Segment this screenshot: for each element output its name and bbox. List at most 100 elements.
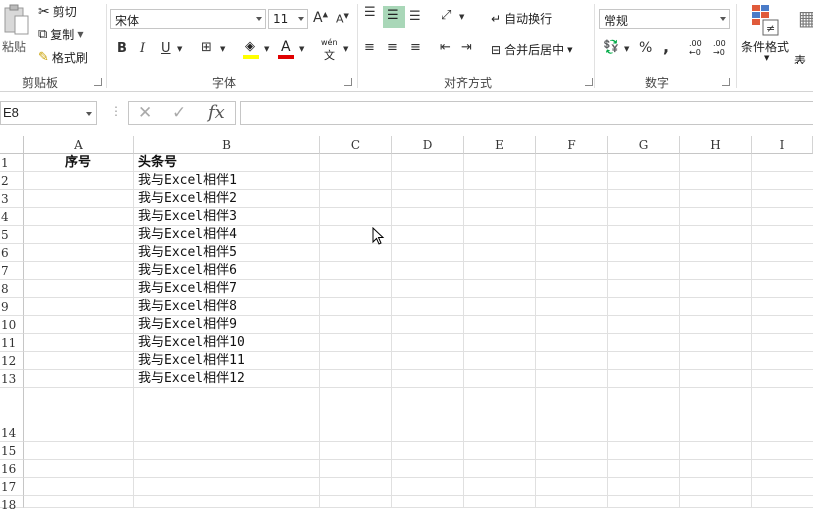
row-header-16[interactable]: 16 (0, 460, 24, 478)
comma-button[interactable]: , (663, 37, 669, 56)
chevron-down-icon[interactable]: ▼ (77, 30, 83, 39)
align-bottom-icon[interactable]: ☰ (409, 9, 421, 24)
align-right-icon[interactable]: ≡ (410, 40, 421, 55)
column-header-f[interactable]: F (536, 136, 608, 154)
chevron-down-icon[interactable]: ▼ (567, 46, 572, 54)
underline-button[interactable]: U (161, 41, 171, 56)
number-launcher-icon[interactable] (722, 78, 730, 86)
alignment-launcher-icon[interactable] (585, 78, 593, 86)
percent-button[interactable]: % (639, 40, 652, 56)
chevron-down-icon[interactable]: ▼ (177, 45, 182, 53)
column-header-g[interactable]: G (608, 136, 680, 154)
insert-function-icon[interactable]: fx (208, 102, 225, 123)
select-all-corner[interactable] (0, 136, 24, 154)
conditional-format-button[interactable]: ≠ 条件格式 ▼ (740, 2, 792, 64)
clipboard-launcher-icon[interactable] (94, 78, 102, 86)
row-header-9[interactable]: 9 (0, 298, 24, 316)
cell-a1[interactable]: 序号 (65, 154, 91, 172)
cell-b8[interactable]: 我与Excel相伴7 (138, 280, 237, 298)
row-header-14[interactable]: 14 (0, 388, 24, 442)
formula-input[interactable] (240, 101, 813, 125)
increase-indent-icon[interactable]: ⇥ (461, 40, 472, 55)
row-header-6[interactable]: 6 (0, 244, 24, 262)
chevron-down-icon[interactable]: ▼ (264, 45, 269, 53)
border-icon[interactable]: ⊞ (201, 40, 212, 55)
row-header-3[interactable]: 3 (0, 190, 24, 208)
cell-b10[interactable]: 我与Excel相伴9 (138, 316, 237, 334)
chevron-down-icon[interactable]: ▼ (764, 54, 769, 62)
column-header-d[interactable]: D (392, 136, 464, 154)
row-header-7[interactable]: 7 (0, 262, 24, 280)
cell-b2[interactable]: 我与Excel相伴1 (138, 172, 237, 190)
cell-b4[interactable]: 我与Excel相伴3 (138, 208, 237, 226)
name-box[interactable]: E8 (0, 101, 97, 125)
font-name-combo[interactable]: 宋体 (110, 9, 266, 29)
row-header-8[interactable]: 8 (0, 280, 24, 298)
cell-b6[interactable]: 我与Excel相伴5 (138, 244, 237, 262)
chevron-down-icon[interactable]: ▼ (624, 45, 629, 53)
shrink-font-button[interactable]: A▼ (336, 12, 349, 26)
cell-b12[interactable]: 我与Excel相伴11 (138, 352, 245, 370)
orientation-icon[interactable]: ⤢ (441, 8, 451, 23)
chevron-down-icon[interactable]: ▼ (343, 45, 348, 53)
font-size-combo[interactable]: 11 (268, 9, 308, 29)
enter-icon[interactable]: ✓ (172, 103, 186, 123)
align-top-icon[interactable]: ☰ (364, 5, 376, 20)
cell-b3[interactable]: 我与Excel相伴2 (138, 190, 237, 208)
align-middle-button[interactable]: ☰ (383, 6, 405, 28)
row-header-17[interactable]: 17 (0, 478, 24, 496)
italic-button[interactable]: I (140, 41, 145, 56)
chevron-down-icon[interactable] (298, 17, 304, 21)
font-launcher-icon[interactable] (344, 78, 352, 86)
column-header-i[interactable]: I (752, 136, 813, 154)
row-header-4[interactable]: 4 (0, 208, 24, 226)
column-header-c[interactable]: C (320, 136, 392, 154)
cell-b1[interactable]: 头条号 (138, 154, 177, 172)
cell-b11[interactable]: 我与Excel相伴10 (138, 334, 245, 352)
column-header-h[interactable]: H (680, 136, 752, 154)
row-header-13[interactable]: 13 (0, 370, 24, 388)
chevron-down-icon[interactable] (256, 17, 262, 21)
number-format-combo[interactable]: 常规 (599, 9, 730, 29)
phonetic-button[interactable]: wén 文 (320, 38, 342, 62)
align-center-icon[interactable]: ≡ (387, 40, 398, 55)
chevron-down-icon[interactable] (720, 17, 726, 21)
cut-button[interactable]: ✂ 剪切 (38, 3, 77, 20)
merge-center-button[interactable]: ⊟ 合并后居中 ▼ (491, 41, 572, 58)
row-header-10[interactable]: 10 (0, 316, 24, 334)
chevron-down-icon[interactable]: ▼ (299, 45, 304, 53)
more-options-icon[interactable]: ⋮ (110, 104, 122, 118)
bold-button[interactable]: B (117, 41, 127, 56)
row-header-2[interactable]: 2 (0, 172, 24, 190)
column-header-e[interactable]: E (464, 136, 536, 154)
row-header-1[interactable]: 1 (0, 154, 24, 172)
row-header-15[interactable]: 15 (0, 442, 24, 460)
column-header-b[interactable]: B (134, 136, 320, 154)
chevron-down-icon[interactable]: ▼ (459, 13, 464, 21)
row-header-12[interactable]: 12 (0, 352, 24, 370)
format-painter-button[interactable]: ✎ 格式刷 (38, 49, 88, 66)
wrap-text-button[interactable]: ↵ 自动换行 (491, 10, 552, 27)
row-header-5[interactable]: 5 (0, 226, 24, 244)
chevron-down-icon[interactable] (86, 112, 92, 116)
cancel-icon[interactable]: ✕ (138, 103, 152, 123)
format-as-table-button[interactable]: ▦ 表格 (794, 2, 813, 64)
grow-font-button[interactable]: A▲ (313, 10, 328, 26)
column-header-a[interactable]: A (24, 136, 134, 154)
decrease-decimal-button[interactable]: .00 →0 (713, 39, 726, 57)
row-header-18[interactable]: 18 (0, 496, 24, 512)
paste-button[interactable]: 粘贴 (2, 2, 30, 60)
copy-button[interactable]: ⧉ 复制 ▼ (38, 26, 83, 43)
decrease-indent-icon[interactable]: ⇤ (440, 40, 451, 55)
fill-color-button[interactable]: ◈ (243, 39, 261, 59)
cell-b13[interactable]: 我与Excel相伴12 (138, 370, 245, 388)
currency-icon[interactable]: 💱 (603, 40, 619, 55)
align-left-icon[interactable]: ≡ (364, 40, 375, 55)
worksheet-grid[interactable]: ABCDEFGHI 1 2 3 4 5 6 7 8 9 10 11 12 13 14 15 16 17 18 序号… (0, 136, 813, 512)
font-color-button[interactable]: A (278, 39, 296, 59)
row-header-11[interactable]: 11 (0, 334, 24, 352)
increase-decimal-button[interactable]: .00 ←0 (689, 39, 702, 57)
chevron-down-icon[interactable]: ▼ (220, 45, 225, 53)
cell-b9[interactable]: 我与Excel相伴8 (138, 298, 237, 316)
cell-b7[interactable]: 我与Excel相伴6 (138, 262, 237, 280)
